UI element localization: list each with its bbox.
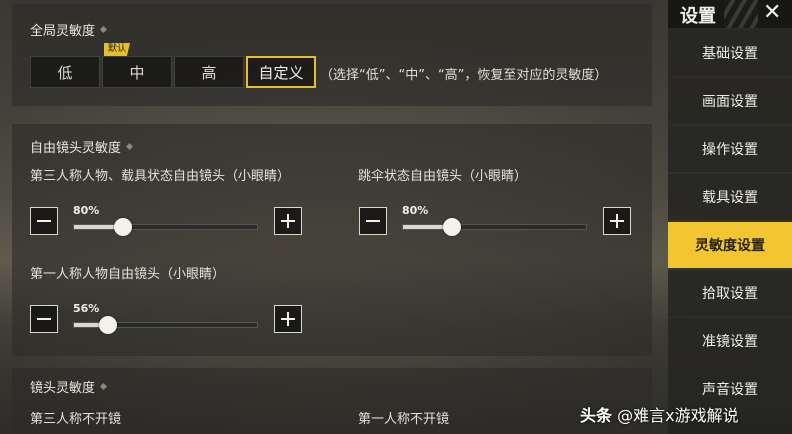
first-person-value: 56%	[73, 302, 100, 315]
third-person-slider-track[interactable]	[73, 224, 258, 230]
parachute-slider-knob[interactable]	[443, 218, 461, 236]
minus-icon	[37, 220, 51, 222]
watermark-handle: @难言x游戏解说	[617, 406, 739, 425]
sidebar-item-basic[interactable]: 基础设置	[668, 30, 792, 76]
parachute-decrease-button[interactable]	[359, 207, 387, 235]
minus-icon	[37, 318, 51, 320]
preset-hint: （选择“低”、“中”、“高”，恢复至对应的灵敏度）	[320, 68, 608, 83]
minus-icon	[366, 220, 380, 222]
parachute-free-camera-label: 跳伞状态自由镜头（小眼睛）	[358, 169, 528, 184]
header-stripes-decoration	[724, 0, 758, 28]
parachute-slider-track[interactable]	[402, 224, 587, 230]
section-marker-icon	[125, 142, 134, 151]
third-person-free-camera-label: 第三人称人物、载具状态自由镜头（小眼睛）	[30, 169, 291, 184]
third-person-no-scope-label: 第三人称不开镜	[30, 412, 122, 427]
first-person-increase-button[interactable]	[274, 305, 302, 333]
lens-sensitivity-title: 镜头灵敏度	[30, 377, 108, 396]
preset-group: 低 中 高 自定义	[30, 56, 316, 88]
watermark: 头条 @难言x游戏解说	[580, 402, 739, 426]
section-marker-icon	[99, 25, 108, 34]
first-person-decrease-button[interactable]	[30, 305, 58, 333]
sidebar-item-controls[interactable]: 操作设置	[668, 126, 792, 172]
first-person-slider-knob[interactable]	[99, 316, 117, 334]
third-person-increase-button[interactable]	[274, 207, 302, 235]
sidebar-item-pickup[interactable]: 拾取设置	[668, 270, 792, 316]
free-camera-title: 自由镜头灵敏度	[30, 137, 134, 156]
preset-low-button[interactable]: 低	[30, 56, 100, 88]
third-person-slider-knob[interactable]	[114, 218, 132, 236]
parachute-value: 80%	[402, 204, 429, 217]
global-sensitivity-title: 全局灵敏度	[30, 20, 108, 39]
preset-high-button[interactable]: 高	[174, 56, 244, 88]
sidebar-item-sensitivity[interactable]: 灵敏度设置	[668, 222, 792, 268]
close-icon[interactable]: ✕	[763, 0, 781, 25]
settings-title: 设置	[680, 6, 716, 27]
first-person-no-scope-label: 第一人称不开镜	[358, 412, 450, 427]
third-person-value: 80%	[73, 204, 100, 217]
preset-custom-button[interactable]: 自定义	[246, 56, 316, 88]
third-person-decrease-button[interactable]	[30, 207, 58, 235]
parachute-increase-button[interactable]	[603, 207, 631, 235]
preset-medium-button[interactable]: 中	[102, 56, 172, 88]
first-person-free-camera-label: 第一人称人物自由镜头（小眼睛）	[30, 267, 226, 282]
section-marker-icon	[99, 382, 108, 391]
watermark-brand: 头条	[580, 406, 613, 425]
sidebar-item-graphics[interactable]: 画面设置	[668, 78, 792, 124]
sidebar-item-vehicle[interactable]: 载具设置	[668, 174, 792, 220]
default-badge: 默认	[104, 43, 131, 56]
sidebar-item-crosshair[interactable]: 准镜设置	[668, 318, 792, 364]
